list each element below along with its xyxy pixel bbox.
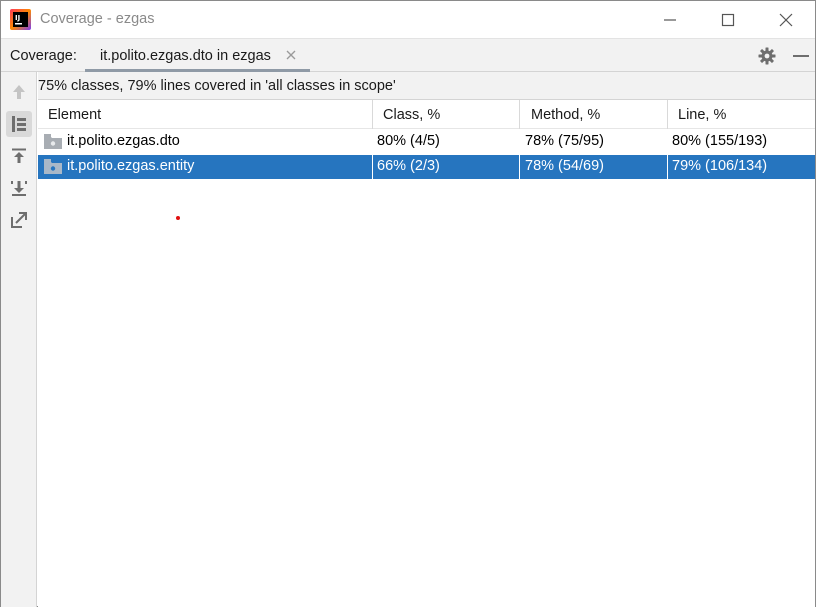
mouse-pointer-marker: [176, 216, 180, 220]
tab-coverage-suite[interactable]: it.polito.ezgas.dto in ezgas: [85, 39, 310, 73]
svg-text:IJ: IJ: [15, 14, 20, 22]
cell-class: 80% (4/5): [377, 133, 440, 149]
coverage-table: Element Class, % Method, % Line, % it.po…: [38, 99, 815, 607]
column-header-line[interactable]: Line, %: [678, 100, 726, 129]
coverage-window: IJ Coverage - ezgas Coverage: it.polito.…: [0, 0, 816, 607]
package-folder-icon: [44, 159, 62, 174]
coverage-toolstrip: [1, 72, 37, 607]
cell-line: 79% (106/134): [672, 158, 768, 174]
column-header-method[interactable]: Method, %: [531, 100, 600, 129]
cell-divider: [372, 155, 373, 179]
coverage-tabbar: Coverage: it.polito.ezgas.dto in ezgas: [1, 38, 815, 73]
gear-icon[interactable]: [757, 46, 777, 66]
autoscroll-from-source-button[interactable]: [6, 175, 32, 201]
cell-element: it.polito.ezgas.entity: [67, 158, 195, 174]
table-header: Element Class, % Method, % Line, %: [38, 100, 815, 129]
table-row[interactable]: it.polito.ezgas.dto 80% (4/5) 78% (75/95…: [38, 130, 815, 154]
cell-line: 80% (155/193): [672, 133, 768, 149]
export-up-icon: [12, 148, 26, 163]
coverage-summary: 75% classes, 79% lines covered in 'all c…: [38, 72, 815, 99]
minimize-button[interactable]: [641, 1, 699, 38]
package-folder-icon: [44, 134, 62, 149]
coverage-label: Coverage:: [10, 48, 77, 64]
window-title: Coverage - ezgas: [40, 11, 155, 27]
import-down-icon: [11, 181, 27, 196]
intellij-app-icon: IJ: [10, 9, 31, 30]
cell-divider: [519, 155, 520, 179]
autoscroll-to-source-button[interactable]: [6, 143, 32, 169]
cell-element: it.polito.ezgas.dto: [67, 133, 180, 149]
column-divider[interactable]: [372, 100, 373, 129]
hide-panel-icon[interactable]: [791, 46, 811, 66]
cell-class: 66% (2/3): [377, 158, 440, 174]
column-divider[interactable]: [667, 100, 668, 129]
generate-report-icon: [11, 212, 27, 228]
column-header-class[interactable]: Class, %: [383, 100, 440, 129]
column-divider[interactable]: [519, 100, 520, 129]
flatten-packages-button[interactable]: [6, 111, 32, 137]
tab-label: it.polito.ezgas.dto in ezgas: [100, 48, 271, 64]
maximize-icon: [721, 13, 735, 26]
minimize-icon: [664, 18, 676, 21]
arrow-up-icon: [13, 85, 25, 99]
title-bar: IJ Coverage - ezgas: [1, 1, 815, 38]
flatten-packages-icon: [12, 116, 26, 132]
maximize-button[interactable]: [699, 1, 757, 38]
close-icon: [779, 13, 793, 26]
close-button[interactable]: [757, 1, 815, 38]
cell-divider: [667, 155, 668, 179]
cell-method: 78% (54/69): [525, 158, 604, 174]
navigate-up-button[interactable]: [6, 79, 32, 105]
generate-report-button[interactable]: [6, 207, 32, 233]
tab-close-icon[interactable]: [284, 48, 298, 62]
cell-method: 78% (75/95): [525, 133, 604, 149]
column-header-element[interactable]: Element: [48, 100, 101, 129]
table-row[interactable]: it.polito.ezgas.entity 66% (2/3) 78% (54…: [38, 155, 815, 179]
